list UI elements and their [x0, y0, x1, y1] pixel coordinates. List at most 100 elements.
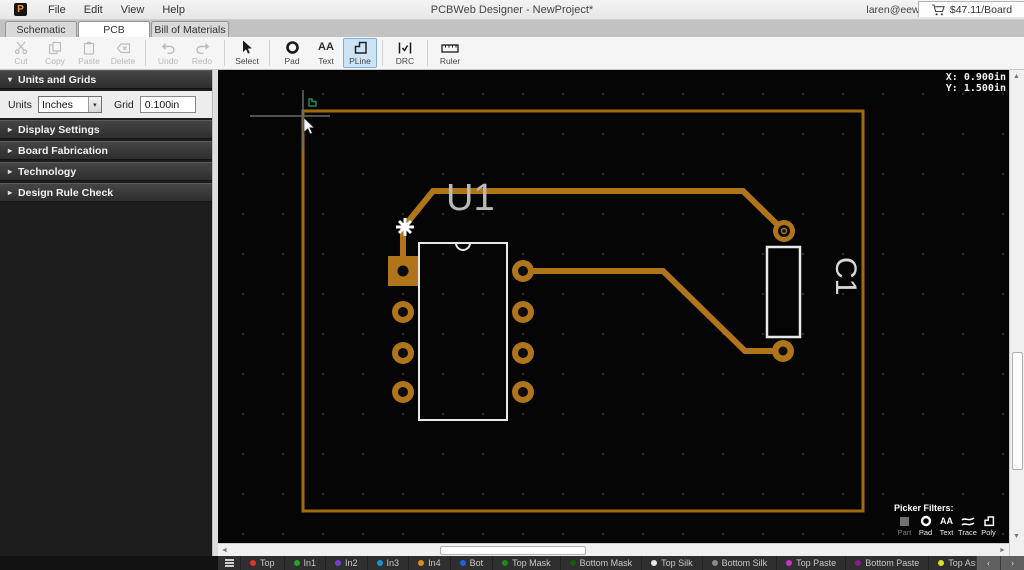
layer-color-dot [786, 560, 792, 566]
toolbar-separator [145, 40, 146, 66]
menu-help[interactable]: Help [153, 2, 194, 18]
drc-tool-button[interactable]: DRC [388, 38, 422, 68]
mouse-cursor-icon [304, 118, 314, 134]
panel-header-board-fabrication[interactable]: ▸ Board Fabrication [0, 141, 212, 160]
cart-icon [931, 3, 946, 17]
ruler-tool-button[interactable]: Ruler [433, 38, 467, 68]
menu-edit[interactable]: Edit [75, 2, 112, 18]
crosshair [250, 90, 330, 150]
layer-color-dot [712, 560, 718, 566]
layer-bar-spacer [0, 556, 218, 570]
trace-icon [961, 516, 975, 527]
grid-size-input[interactable]: 0.100in [140, 96, 196, 113]
delete-button[interactable]: Delete [106, 38, 140, 68]
menu-bar: File Edit View Help [39, 2, 194, 18]
picker-filter-poly[interactable]: Poly [978, 515, 999, 537]
horizontal-scrollbar[interactable]: ◄ ► [218, 543, 1009, 556]
board-price-button[interactable]: $47.11/Board [918, 1, 1024, 17]
undo-button[interactable]: Undo [151, 38, 185, 68]
vertical-scrollbar[interactable]: ▲ ▼ [1009, 70, 1024, 556]
picker-filter-pad[interactable]: Pad [915, 515, 936, 537]
document-tabs: Schematic PCB Bill of Materials [0, 20, 1024, 37]
picker-filter-trace[interactable]: Trace [957, 515, 978, 537]
u1-body-outline[interactable] [419, 243, 507, 420]
pline-tool-button[interactable]: PLine [343, 38, 377, 68]
panel-header-display-settings[interactable]: ▸ Display Settings [0, 120, 212, 139]
scroll-right-icon[interactable]: ► [996, 544, 1009, 556]
u1-pads-left[interactable] [392, 301, 414, 403]
copy-button[interactable]: Copy [38, 38, 72, 68]
panel-header-design-rule-check[interactable]: ▸ Design Rule Check [0, 183, 212, 202]
layers-scroll-right-button[interactable]: › [1000, 556, 1024, 570]
scroll-left-icon[interactable]: ◄ [218, 544, 231, 556]
backspace-icon [116, 41, 131, 55]
picker-filter-part[interactable]: Part [894, 515, 915, 537]
layer-color-dot [651, 560, 657, 566]
units-and-grids-panel: Units Inches ▾ Grid 0.100in [0, 91, 212, 118]
layer-bottom-silk[interactable]: Bottom Silk [702, 556, 777, 570]
ruler-icon [441, 41, 459, 55]
picker-filters: Picker Filters: Part Pad AA Text Trace [894, 503, 999, 537]
paste-button[interactable]: Paste [72, 38, 106, 68]
pline-cursor-icon [309, 99, 316, 106]
cut-button[interactable]: Cut [4, 38, 38, 68]
layer-in3[interactable]: In3 [367, 556, 409, 570]
text-tool-button[interactable]: AA Text [309, 38, 343, 68]
layers-scroll-left-button[interactable]: ‹ [976, 556, 1000, 570]
layer-in2[interactable]: In2 [325, 556, 367, 570]
layer-top-silk[interactable]: Top Silk [641, 556, 702, 570]
text-aa-icon: AA [318, 41, 334, 55]
left-panel: ▾ Units and Grids Units Inches ▾ Grid 0.… [0, 70, 212, 556]
panel-header-units-and-grids[interactable]: ▾ Units and Grids [0, 70, 212, 89]
panel-header-technology[interactable]: ▸ Technology [0, 162, 212, 181]
menu-view[interactable]: View [112, 2, 154, 18]
layer-bottom-paste[interactable]: Bottom Paste [845, 556, 928, 570]
c1-body-outline[interactable] [767, 247, 800, 337]
toolbar-separator [224, 40, 225, 66]
horizontal-scroll-thumb[interactable] [440, 546, 586, 555]
layer-bot[interactable]: Bot [450, 556, 493, 570]
board-outline[interactable] [303, 111, 863, 511]
tab-bill-of-materials[interactable]: Bill of Materials [151, 21, 229, 37]
c1-refdes[interactable]: C1 [829, 257, 862, 295]
layer-color-dot [335, 560, 341, 566]
layer-color-dot [377, 560, 383, 566]
layer-bar-nav: ‹ › [976, 556, 1024, 570]
tab-pcb[interactable]: PCB [78, 21, 150, 37]
poly-icon [983, 515, 995, 527]
trace-net2[interactable] [523, 271, 783, 351]
pcb-canvas[interactable]: U1 C1 X: 0.900in Y: 1.500in Picker Filte… [218, 70, 1009, 543]
layer-top-paste[interactable]: Top Paste [776, 556, 845, 570]
units-select[interactable]: Inches ▾ [38, 96, 102, 113]
layer-top-mask[interactable]: Top Mask [492, 556, 560, 570]
chevron-right-icon: ▸ [8, 167, 12, 176]
picker-filter-text[interactable]: AA Text [936, 515, 957, 537]
scroll-up-icon[interactable]: ▲ [1010, 70, 1023, 82]
layer-color-dot [418, 560, 424, 566]
toolbar-separator [269, 40, 270, 66]
vertical-scroll-thumb[interactable] [1012, 352, 1023, 470]
layer-in1[interactable]: In1 [284, 556, 326, 570]
coordinate-readout: X: 0.900in Y: 1.500in [946, 72, 1006, 94]
pad-hole [398, 266, 409, 277]
menu-file[interactable]: File [39, 2, 75, 18]
layer-in4[interactable]: In4 [408, 556, 450, 570]
scissors-icon [14, 41, 28, 55]
app-logo-icon: P [14, 3, 27, 16]
layer-color-dot [294, 560, 300, 566]
layer-top[interactable]: Top [240, 556, 284, 570]
select-tool-button[interactable]: Select [230, 38, 264, 68]
pad-tool-button[interactable]: Pad [275, 38, 309, 68]
layer-menu-button[interactable] [218, 559, 240, 567]
scroll-down-icon[interactable]: ▼ [1010, 530, 1023, 542]
u1-pads-right[interactable] [512, 260, 534, 403]
layer-color-dot [250, 560, 256, 566]
redo-button[interactable]: Redo [185, 38, 219, 68]
units-label: Units [8, 99, 32, 111]
tab-schematic[interactable]: Schematic [5, 21, 77, 37]
u1-refdes[interactable]: U1 [446, 177, 495, 219]
layer-bottom-mask[interactable]: Bottom Mask [560, 556, 642, 570]
layer-color-dot [460, 560, 466, 566]
c1-pads[interactable] [772, 220, 795, 362]
part-icon [900, 517, 909, 526]
